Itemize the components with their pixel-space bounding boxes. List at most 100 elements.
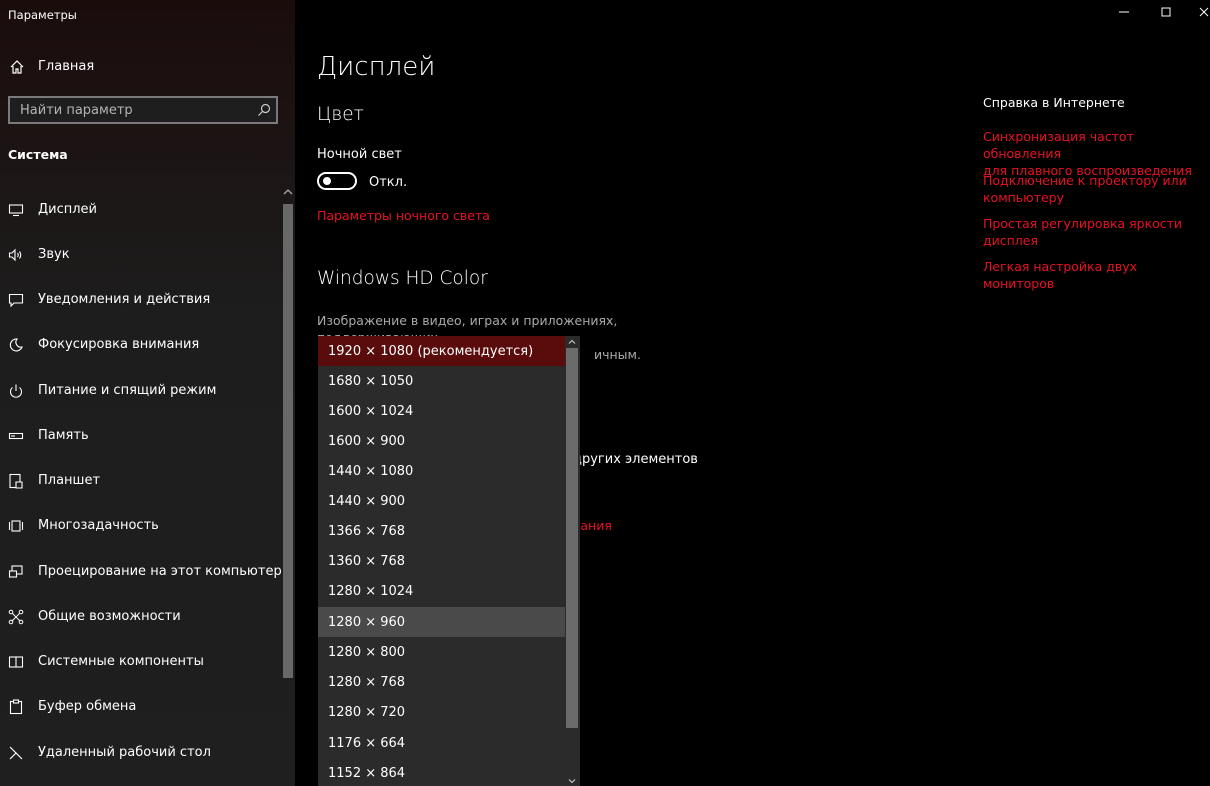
option-label: 1176 × 664	[328, 736, 406, 751]
resolution-dropdown-list[interactable]: 1920 × 1080 (рекомендуется) 1680 × 1050 …	[318, 336, 580, 786]
night-light-toggle[interactable]	[317, 172, 357, 190]
sidebar-item-multitasking[interactable]: Многозадачность	[0, 506, 282, 546]
sidebar-item-label: Уведомления и действия	[38, 292, 211, 307]
page-title: Дисплей	[317, 52, 436, 82]
sidebar-item-storage[interactable]: Память	[0, 416, 282, 456]
sidebar-item-label: Дисплей	[38, 202, 98, 217]
resolution-option[interactable]: 1280 × 800	[318, 637, 565, 667]
sidebar-item-projecting[interactable]: Проецирование на этот компьютер	[0, 552, 282, 592]
multitasking-icon	[8, 520, 24, 532]
sidebar-item-label: Фокусировка внимания	[38, 337, 200, 352]
resolution-option[interactable]: 1280 × 720	[318, 697, 565, 727]
sidebar-item-shared[interactable]: Общие возможности	[0, 597, 282, 637]
resolution-option[interactable]: 1176 × 664	[318, 728, 565, 758]
sidebar-item-focus[interactable]: Фокусировка внимания	[0, 325, 282, 365]
help-link-line: Синхронизация частот обновления	[983, 129, 1134, 161]
resolution-option[interactable]: 1152 × 864	[318, 758, 565, 786]
sidebar-item-label: Планшет	[38, 473, 101, 488]
resolution-option[interactable]: 1360 × 768	[318, 546, 565, 576]
help-link-line: Подключение к проектору или	[983, 173, 1187, 188]
sidebar-item-tablet[interactable]: Планшет	[0, 461, 282, 501]
help-title: Справка в Интернете	[983, 95, 1125, 110]
clipboard-icon	[9, 699, 23, 715]
resolution-option[interactable]: 1680 × 1050	[318, 366, 565, 396]
search-input[interactable]: Найти параметр	[8, 96, 278, 124]
option-label: 1152 × 864	[328, 766, 406, 781]
sidebar-scrollbar[interactable]	[283, 204, 293, 678]
sidebar-item-clipboard[interactable]: Буфер обмена	[0, 687, 282, 727]
minimize-icon[interactable]	[1116, 4, 1132, 20]
dropdown-scrollbar[interactable]	[566, 348, 578, 728]
tablet-icon	[9, 473, 23, 489]
home-nav-item[interactable]: Главная	[0, 52, 295, 82]
resolution-option-selected[interactable]: 1920 × 1080 (рекомендуется)	[318, 336, 565, 366]
option-label: 1440 × 900	[328, 494, 406, 509]
help-link-projector[interactable]: Подключение к проектору или компьютеру	[983, 172, 1203, 206]
maximize-icon[interactable]	[1158, 4, 1174, 20]
storage-icon	[8, 432, 24, 440]
resolution-option[interactable]: 1366 × 768	[318, 516, 565, 546]
notifications-icon	[8, 293, 24, 308]
option-label: 1280 × 768	[328, 675, 406, 690]
remote-desktop-icon	[9, 746, 23, 760]
focus-moon-icon	[9, 338, 23, 352]
night-light-settings-link[interactable]: Параметры ночного света	[317, 208, 490, 223]
option-label: 1280 × 960	[328, 615, 406, 630]
resolution-option[interactable]: 1440 × 1080	[318, 456, 565, 486]
sidebar-item-notifications[interactable]: Уведомления и действия	[0, 280, 282, 320]
help-link-line: Легкая настройка двух мониторов	[983, 259, 1138, 291]
option-label: 1366 × 768	[328, 524, 406, 539]
window-title: Параметры	[8, 8, 77, 22]
sidebar-item-label: Питание и спящий режим	[38, 383, 217, 398]
projecting-icon	[8, 565, 23, 578]
option-label: 1280 × 720	[328, 705, 406, 720]
option-label: 1280 × 800	[328, 645, 406, 660]
resolution-option[interactable]: 1600 × 900	[318, 426, 565, 456]
sidebar-item-power[interactable]: Питание и спящий режим	[0, 371, 282, 411]
sidebar-item-components[interactable]: Системные компоненты	[0, 642, 282, 682]
option-label: 1680 × 1050	[328, 374, 414, 389]
option-label: 1600 × 1024	[328, 404, 414, 419]
option-label: 1600 × 900	[328, 434, 406, 449]
sidebar-item-label: Системные компоненты	[38, 654, 204, 669]
help-link-brightness[interactable]: Простая регулировка яркости дисплея	[983, 215, 1203, 249]
sidebar: Параметры Главная Найти параметр Система…	[0, 0, 295, 786]
sidebar-item-remote-desktop[interactable]: Удаленный рабочий стол	[0, 733, 282, 773]
help-link-dual-monitors[interactable]: Легкая настройка двух мониторов	[983, 258, 1203, 292]
resolution-option[interactable]: 1280 × 1024	[318, 576, 565, 606]
home-icon	[10, 60, 24, 74]
toggle-knob	[323, 177, 331, 185]
sidebar-item-label: Звук	[38, 247, 70, 262]
sidebar-item-display[interactable]: Дисплей	[0, 190, 282, 230]
color-heading: Цвет	[317, 104, 364, 125]
shared-experiences-icon	[8, 609, 24, 625]
resolution-option[interactable]: 1440 × 900	[318, 486, 565, 516]
partial-scale-text: других элементов	[573, 452, 698, 467]
resolution-option[interactable]: 1280 × 768	[318, 667, 565, 697]
sidebar-item-label: Удаленный рабочий стол	[38, 745, 211, 760]
sidebar-item-label: Общие возможности	[38, 609, 181, 624]
section-title: Система	[8, 147, 68, 162]
sidebar-item-label: Проецирование на этот компьютер	[38, 564, 282, 579]
dropdown-scroll-up-icon[interactable]	[567, 337, 577, 347]
search-icon[interactable]	[257, 103, 271, 117]
hdr-heading: Windows HD Color	[317, 268, 488, 289]
option-label: 1360 × 768	[328, 554, 406, 569]
resolution-option[interactable]: 1600 × 1024	[318, 396, 565, 426]
sidebar-item-label: Память	[38, 428, 89, 443]
night-light-label: Ночной свет	[317, 147, 402, 162]
option-label: 1280 × 1024	[328, 584, 414, 599]
option-label: 1440 × 1080	[328, 464, 414, 479]
resolution-option-hover[interactable]: 1280 × 960	[318, 607, 565, 637]
help-link-line: компьютеру	[983, 190, 1064, 205]
sidebar-item-label: Многозадачность	[38, 518, 159, 533]
search-placeholder: Найти параметр	[20, 103, 133, 118]
power-icon	[10, 384, 22, 398]
help-link-line: Простая регулировка яркости	[983, 216, 1183, 231]
sidebar-item-sound[interactable]: Звук	[0, 235, 282, 275]
sound-icon	[8, 248, 22, 262]
dropdown-scroll-down-icon[interactable]	[567, 776, 577, 786]
display-icon	[8, 204, 24, 217]
scroll-up-icon[interactable]	[282, 186, 294, 198]
close-icon[interactable]	[1196, 4, 1210, 20]
